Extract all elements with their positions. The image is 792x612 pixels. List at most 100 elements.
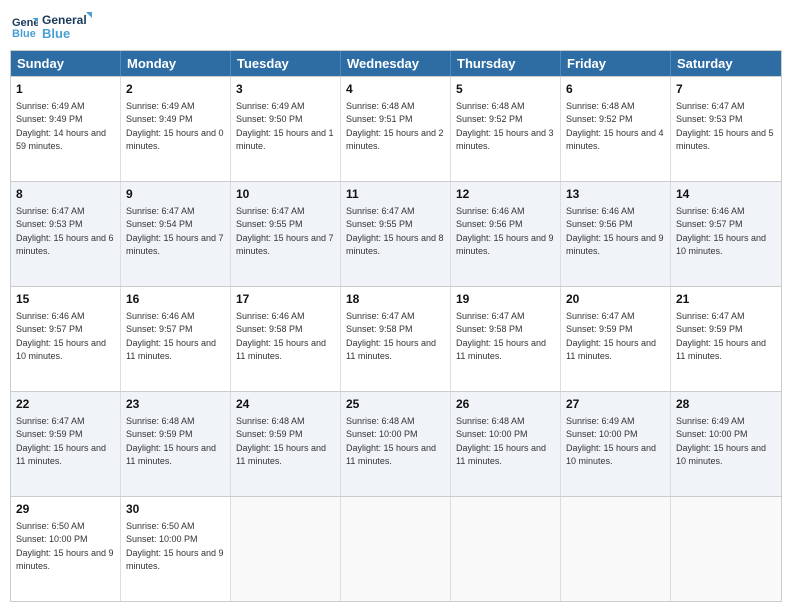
- day-cell-20: 20Sunrise: 6:47 AMSunset: 9:59 PMDayligh…: [561, 287, 671, 391]
- day-cell-9: 9 Sunrise: 6:47 AMSunset: 9:54 PMDaylight…: [121, 182, 231, 286]
- sun-info: Sunrise: 6:48 AMSunset: 9:52 PMDaylight:…: [456, 100, 555, 154]
- sun-info: Sunrise: 6:47 AMSunset: 9:58 PMDaylight:…: [346, 310, 445, 364]
- day-cell-28: 28 Sunrise: 6:49 AMSunset: 10:00 PMDaylig…: [671, 392, 781, 496]
- day-number: 8: [16, 186, 115, 203]
- day-number: 9: [126, 186, 225, 203]
- day-cell-21: 21Sunrise: 6:47 AMSunset: 9:59 PMDayligh…: [671, 287, 781, 391]
- day-number: 18: [346, 291, 445, 308]
- day-number: 24: [236, 396, 335, 413]
- day-cell-8: 8 Sunrise: 6:47 AMSunset: 9:53 PMDaylight…: [11, 182, 121, 286]
- generalblue-logo-full: General Blue: [42, 10, 92, 42]
- day-cell-15: 15Sunrise: 6:46 AMSunset: 9:57 PMDayligh…: [11, 287, 121, 391]
- day-number: 12: [456, 186, 555, 203]
- day-cell-10: 10Sunrise: 6:47 AMSunset: 9:55 PMDayligh…: [231, 182, 341, 286]
- sun-info: Sunrise: 6:46 AMSunset: 9:58 PMDaylight:…: [236, 310, 335, 364]
- sun-info: Sunrise: 6:46 AMSunset: 9:56 PMDaylight:…: [456, 205, 555, 259]
- day-number: 16: [126, 291, 225, 308]
- day-cell-17: 17Sunrise: 6:46 AMSunset: 9:58 PMDayligh…: [231, 287, 341, 391]
- calendar-row: 29 Sunrise: 6:50 AMSunset: 10:00 PMDaylig…: [11, 496, 781, 601]
- sun-info: Sunrise: 6:47 AMSunset: 9:54 PMDaylight:…: [126, 205, 225, 259]
- day-of-week-friday: Friday: [561, 51, 671, 76]
- calendar-row: 1 Sunrise: 6:49 AMSunset: 9:49 PMDaylight…: [11, 76, 781, 181]
- day-cell-3: 3 Sunrise: 6:49 AMSunset: 9:50 PMDaylight…: [231, 77, 341, 181]
- sun-info: Sunrise: 6:47 AMSunset: 9:59 PMDaylight:…: [676, 310, 776, 364]
- empty-cell: [451, 497, 561, 601]
- sun-info: Sunrise: 6:47 AMSunset: 9:59 PMDaylight:…: [16, 415, 115, 469]
- calendar-body: 1 Sunrise: 6:49 AMSunset: 9:49 PMDaylight…: [11, 76, 781, 601]
- day-cell-6: 6 Sunrise: 6:48 AMSunset: 9:52 PMDaylight…: [561, 77, 671, 181]
- day-cell-23: 23 Sunrise: 6:48 AMSunset: 9:59 PMDayligh…: [121, 392, 231, 496]
- sun-info: Sunrise: 6:47 AMSunset: 9:58 PMDaylight:…: [456, 310, 555, 364]
- sun-info: Sunrise: 6:46 AMSunset: 9:57 PMDaylight:…: [126, 310, 225, 364]
- day-number: 20: [566, 291, 665, 308]
- sun-info: Sunrise: 6:48 AMSunset: 10:00 PMDaylight…: [346, 415, 445, 469]
- day-cell-29: 29 Sunrise: 6:50 AMSunset: 10:00 PMDaylig…: [11, 497, 121, 601]
- day-cell-30: 30 Sunrise: 6:50 AMSunset: 10:00 PMDaylig…: [121, 497, 231, 601]
- day-number: 2: [126, 81, 225, 98]
- day-cell-12: 12 Sunrise: 6:46 AMSunset: 9:56 PMDayligh…: [451, 182, 561, 286]
- day-cell-5: 5 Sunrise: 6:48 AMSunset: 9:52 PMDaylight…: [451, 77, 561, 181]
- day-number: 28: [676, 396, 776, 413]
- sun-info: Sunrise: 6:50 AMSunset: 10:00 PMDaylight…: [16, 520, 115, 574]
- day-number: 1: [16, 81, 115, 98]
- sun-info: Sunrise: 6:47 AMSunset: 9:55 PMDaylight:…: [346, 205, 445, 259]
- sun-info: Sunrise: 6:49 AMSunset: 9:49 PMDaylight:…: [16, 100, 115, 154]
- sun-info: Sunrise: 6:48 AMSunset: 9:52 PMDaylight:…: [566, 100, 665, 154]
- calendar-header: SundayMondayTuesdayWednesdayThursdayFrid…: [11, 51, 781, 76]
- sun-info: Sunrise: 6:49 AMSunset: 9:49 PMDaylight:…: [126, 100, 225, 154]
- day-of-week-wednesday: Wednesday: [341, 51, 451, 76]
- day-of-week-monday: Monday: [121, 51, 231, 76]
- day-number: 27: [566, 396, 665, 413]
- sun-info: Sunrise: 6:49 AMSunset: 9:50 PMDaylight:…: [236, 100, 335, 154]
- sun-info: Sunrise: 6:49 AMSunset: 10:00 PMDaylight…: [566, 415, 665, 469]
- calendar-row: 22 Sunrise: 6:47 AMSunset: 9:59 PMDayligh…: [11, 391, 781, 496]
- day-number: 23: [126, 396, 225, 413]
- day-number: 13: [566, 186, 665, 203]
- day-cell-22: 22 Sunrise: 6:47 AMSunset: 9:59 PMDayligh…: [11, 392, 121, 496]
- day-number: 14: [676, 186, 776, 203]
- logo-icon: General Blue: [10, 12, 38, 40]
- day-cell-18: 18 Sunrise: 6:47 AMSunset: 9:58 PMDayligh…: [341, 287, 451, 391]
- day-number: 22: [16, 396, 115, 413]
- sun-info: Sunrise: 6:48 AMSunset: 9:59 PMDaylight:…: [236, 415, 335, 469]
- sun-info: Sunrise: 6:50 AMSunset: 10:00 PMDaylight…: [126, 520, 225, 574]
- day-cell-25: 25Sunrise: 6:48 AMSunset: 10:00 PMDaylig…: [341, 392, 451, 496]
- sun-info: Sunrise: 6:46 AMSunset: 9:56 PMDaylight:…: [566, 205, 665, 259]
- svg-text:Blue: Blue: [12, 28, 36, 40]
- day-number: 11: [346, 186, 445, 203]
- day-cell-14: 14 Sunrise: 6:46 AMSunset: 9:57 PMDayligh…: [671, 182, 781, 286]
- empty-cell: [671, 497, 781, 601]
- page: General Blue General Blue SundayMondayTu: [0, 0, 792, 612]
- day-number: 7: [676, 81, 776, 98]
- day-cell-2: 2 Sunrise: 6:49 AMSunset: 9:49 PMDaylight…: [121, 77, 231, 181]
- day-number: 15: [16, 291, 115, 308]
- sun-info: Sunrise: 6:47 AMSunset: 9:53 PMDaylight:…: [676, 100, 776, 154]
- sun-info: Sunrise: 6:48 AMSunset: 10:00 PMDaylight…: [456, 415, 555, 469]
- calendar-row: 15 Sunrise: 6:46 AMSunset: 9:57 PMDayligh…: [11, 286, 781, 391]
- day-of-week-sunday: Sunday: [11, 51, 121, 76]
- empty-cell: [231, 497, 341, 601]
- day-number: 5: [456, 81, 555, 98]
- calendar-row: 8 Sunrise: 6:47 AMSunset: 9:53 PMDaylight…: [11, 181, 781, 286]
- day-number: 30: [126, 501, 225, 518]
- day-cell-7: 7 Sunrise: 6:47 AMSunset: 9:53 PMDaylight…: [671, 77, 781, 181]
- sun-info: Sunrise: 6:46 AMSunset: 9:57 PMDaylight:…: [676, 205, 776, 259]
- day-cell-24: 24 Sunrise: 6:48 AMSunset: 9:59 PMDayligh…: [231, 392, 341, 496]
- sun-info: Sunrise: 6:49 AMSunset: 10:00 PMDaylight…: [676, 415, 776, 469]
- day-cell-1: 1 Sunrise: 6:49 AMSunset: 9:49 PMDaylight…: [11, 77, 121, 181]
- svg-text:General: General: [42, 13, 87, 27]
- day-of-week-thursday: Thursday: [451, 51, 561, 76]
- empty-cell: [561, 497, 671, 601]
- sun-info: Sunrise: 6:48 AMSunset: 9:51 PMDaylight:…: [346, 100, 445, 154]
- day-of-week-saturday: Saturday: [671, 51, 781, 76]
- day-number: 29: [16, 501, 115, 518]
- sun-info: Sunrise: 6:47 AMSunset: 9:53 PMDaylight:…: [16, 205, 115, 259]
- day-cell-27: 27 Sunrise: 6:49 AMSunset: 10:00 PMDaylig…: [561, 392, 671, 496]
- sun-info: Sunrise: 6:48 AMSunset: 9:59 PMDaylight:…: [126, 415, 225, 469]
- day-number: 3: [236, 81, 335, 98]
- sun-info: Sunrise: 6:47 AMSunset: 9:55 PMDaylight:…: [236, 205, 335, 259]
- day-cell-19: 19 Sunrise: 6:47 AMSunset: 9:58 PMDayligh…: [451, 287, 561, 391]
- day-number: 6: [566, 81, 665, 98]
- day-number: 19: [456, 291, 555, 308]
- day-cell-16: 16 Sunrise: 6:46 AMSunset: 9:57 PMDayligh…: [121, 287, 231, 391]
